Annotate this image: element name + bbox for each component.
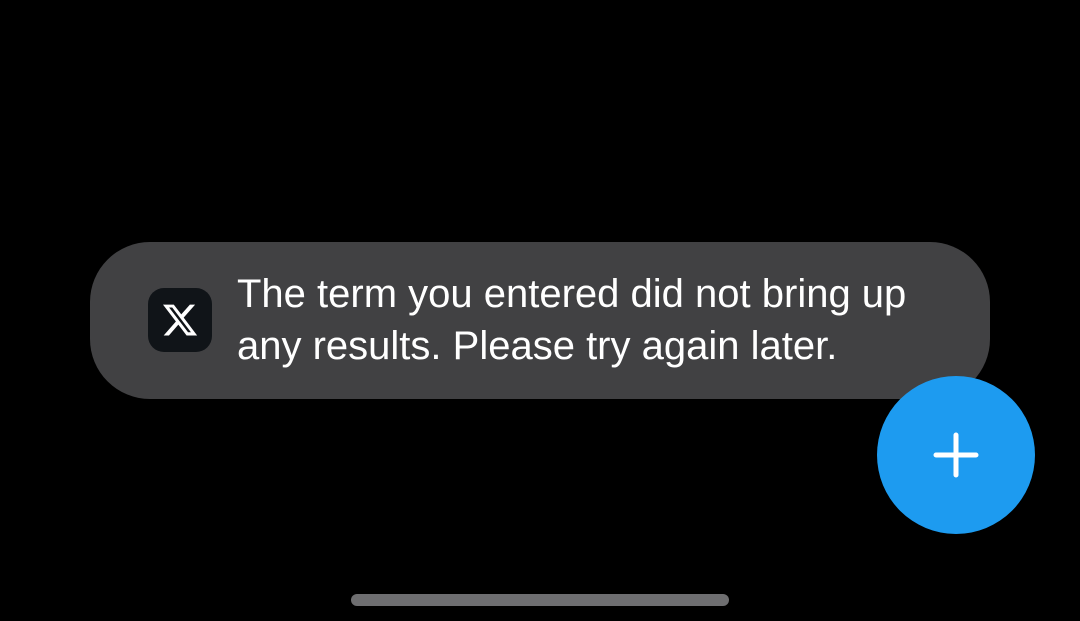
toast-message: The term you entered did not bring up an… bbox=[237, 272, 907, 368]
x-logo-icon bbox=[148, 288, 212, 352]
x-logo-glyph bbox=[162, 304, 198, 336]
plus-icon bbox=[933, 432, 979, 478]
compose-fab-button[interactable] bbox=[877, 376, 1035, 534]
home-indicator[interactable] bbox=[351, 594, 729, 606]
